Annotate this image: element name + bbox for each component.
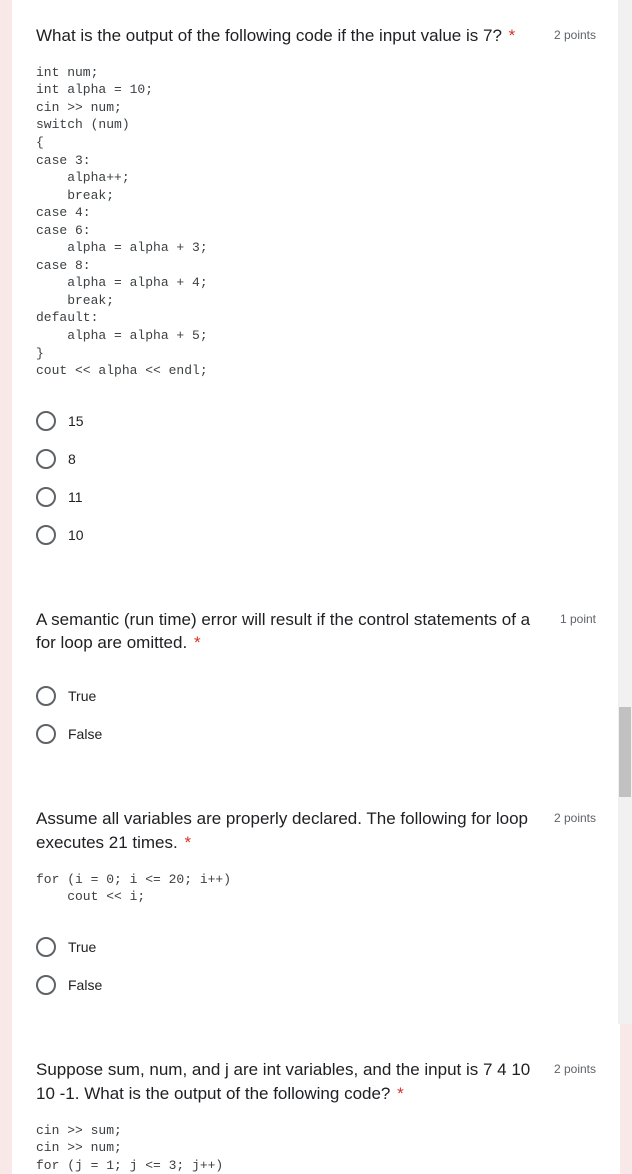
question-header: A semantic (run time) error will result … (36, 608, 596, 656)
code-block: int num; int alpha = 10; cin >> num; swi… (36, 64, 596, 380)
question-header: What is the output of the following code… (36, 24, 596, 48)
radio-icon (36, 724, 56, 744)
question-text: What is the output of the following code… (36, 26, 502, 45)
radio-option[interactable]: 10 (36, 516, 596, 554)
option-label: False (68, 726, 102, 742)
question-title: Suppose sum, num, and j are int variable… (36, 1058, 540, 1106)
radio-option[interactable]: False (36, 966, 596, 1004)
radio-option[interactable]: True (36, 928, 596, 966)
code-block: for (i = 0; i <= 20; i++) cout << i; (36, 871, 596, 906)
option-label: 8 (68, 451, 76, 467)
option-label: 15 (68, 413, 84, 429)
points-label: 2 points (554, 807, 596, 825)
required-mark: * (397, 1084, 404, 1103)
required-mark: * (184, 833, 191, 852)
question-block: A semantic (run time) error will result … (36, 584, 596, 784)
option-label: False (68, 977, 102, 993)
radio-icon (36, 686, 56, 706)
radio-icon (36, 411, 56, 431)
question-block: What is the output of the following code… (36, 0, 596, 584)
radio-icon (36, 449, 56, 469)
radio-option[interactable]: 15 (36, 402, 596, 440)
radio-icon (36, 975, 56, 995)
question-header: Assume all variables are properly declar… (36, 807, 596, 855)
scrollbar-thumb[interactable] (619, 707, 631, 797)
radio-icon (36, 937, 56, 957)
radio-option[interactable]: True (36, 677, 596, 715)
question-title: A semantic (run time) error will result … (36, 608, 546, 656)
options-group: True False (36, 928, 596, 1004)
option-label: True (68, 939, 96, 955)
scrollbar-track[interactable] (618, 0, 632, 1024)
radio-option[interactable]: 8 (36, 440, 596, 478)
question-title: Assume all variables are properly declar… (36, 807, 540, 855)
radio-option[interactable]: False (36, 715, 596, 753)
radio-icon (36, 525, 56, 545)
required-mark: * (509, 26, 516, 45)
options-group: True False (36, 677, 596, 753)
question-text: Suppose sum, num, and j are int variable… (36, 1060, 530, 1103)
radio-option[interactable]: 11 (36, 478, 596, 516)
code-block: cin >> sum; cin >> num; for (j = 1; j <=… (36, 1122, 596, 1174)
required-mark: * (194, 633, 201, 652)
question-header: Suppose sum, num, and j are int variable… (36, 1058, 596, 1106)
question-title: What is the output of the following code… (36, 24, 540, 48)
options-group: 15 8 11 10 (36, 402, 596, 554)
question-text: A semantic (run time) error will result … (36, 610, 530, 653)
points-label: 2 points (554, 1058, 596, 1076)
question-block: Suppose sum, num, and j are int variable… (36, 1034, 596, 1174)
question-block: Assume all variables are properly declar… (36, 783, 596, 1034)
option-label: 11 (68, 489, 83, 505)
radio-icon (36, 487, 56, 507)
option-label: True (68, 688, 96, 704)
question-text: Assume all variables are properly declar… (36, 809, 528, 852)
option-label: 10 (68, 527, 84, 543)
points-label: 1 point (560, 608, 596, 626)
points-label: 2 points (554, 24, 596, 42)
